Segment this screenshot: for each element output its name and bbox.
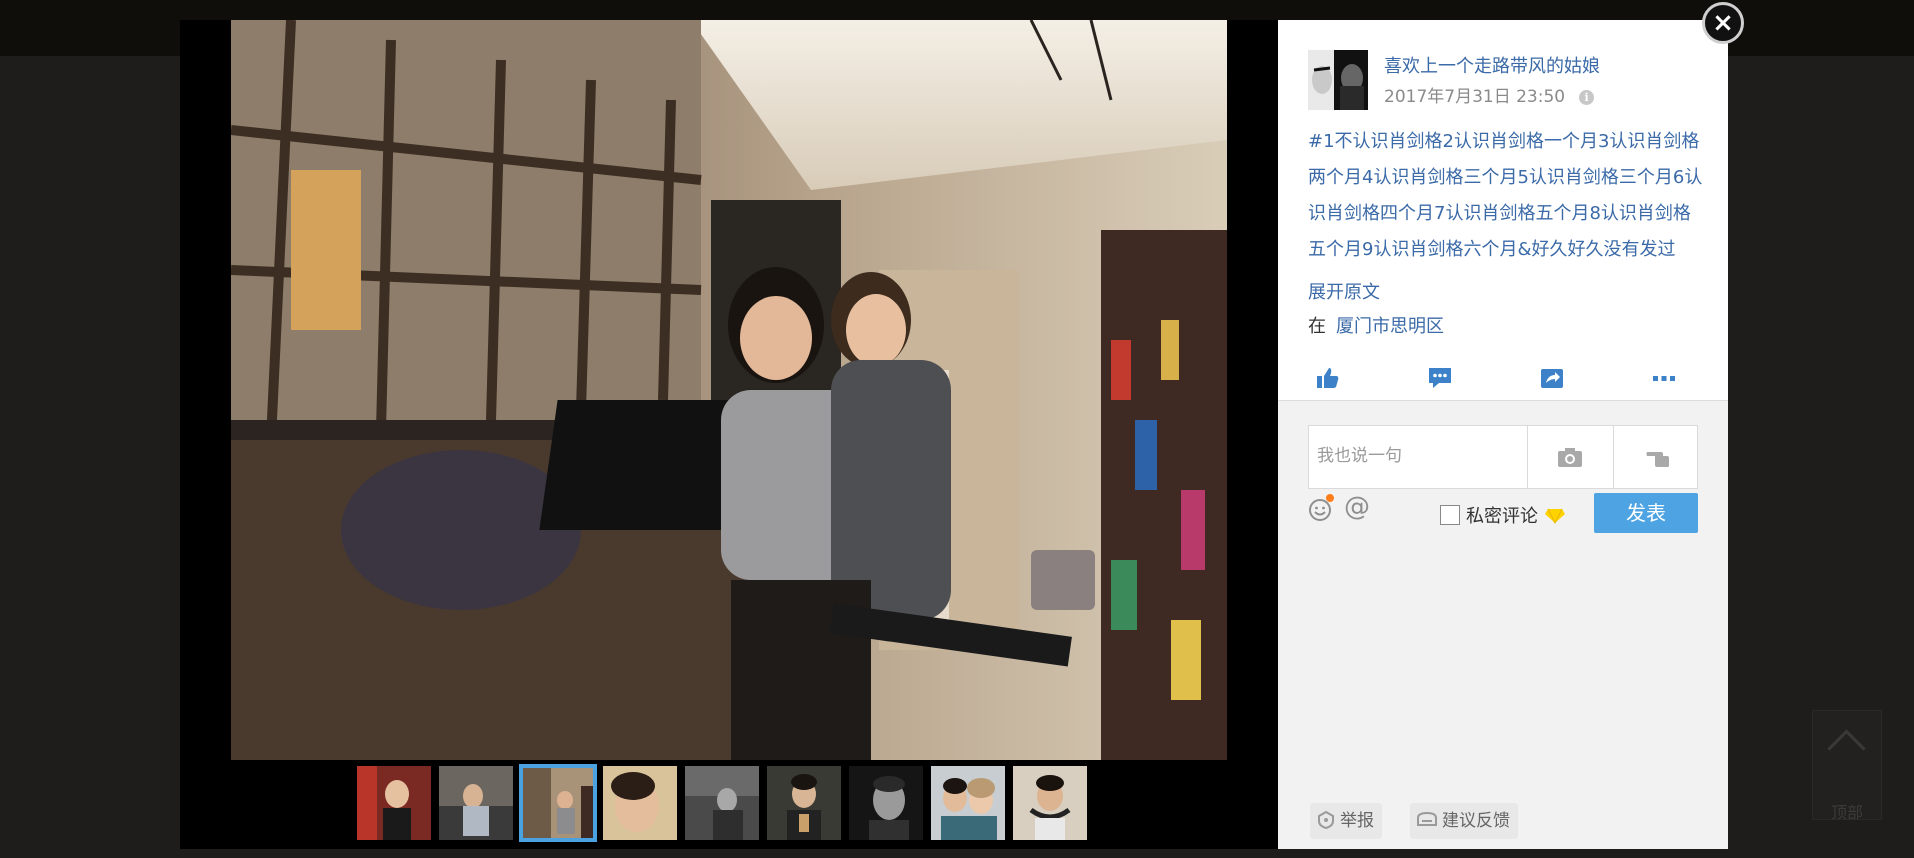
thumbnail[interactable]: [767, 766, 841, 840]
report-button[interactable]: 举报: [1310, 803, 1382, 839]
comment-icon[interactable]: [1426, 364, 1454, 392]
post-timestamp: 2017年7月31日 23:50 i: [1384, 82, 1595, 107]
expand-full-text-link[interactable]: 展开原文: [1308, 278, 1380, 304]
main-photo[interactable]: [231, 20, 1227, 760]
photo-viewer: [180, 20, 1278, 849]
divider: [1527, 426, 1528, 488]
thumbnail-selected[interactable]: [519, 764, 597, 842]
location-line: 在厦门市思明区: [1308, 312, 1444, 338]
like-icon[interactable]: [1314, 364, 1342, 392]
username-link[interactable]: 喜欢上一个走路带风的姑娘: [1384, 52, 1600, 78]
post-date: 2017年7月31日 23:50: [1384, 87, 1566, 107]
main-photo-image: [231, 20, 1227, 760]
pointing-hand-icon[interactable]: [1645, 446, 1673, 468]
more-icon[interactable]: [1650, 364, 1678, 392]
private-checkbox[interactable]: [1440, 505, 1460, 525]
scroll-to-top-label: 顶部: [1830, 803, 1863, 822]
post-text[interactable]: #1不认识肖剑格2认识肖剑格一个月3认识肖剑格两个月4认识肖剑格三个月5认识肖剑…: [1308, 124, 1703, 268]
private-comment-option[interactable]: 私密评论: [1440, 502, 1566, 528]
thumbnail[interactable]: [357, 766, 431, 840]
thumbnail[interactable]: [849, 766, 923, 840]
location-prefix: 在: [1308, 316, 1326, 337]
divider: [1613, 426, 1614, 488]
notification-dot: [1326, 494, 1334, 502]
scroll-to-top-button[interactable]: 顶部: [1812, 710, 1882, 822]
post-actions: [1278, 360, 1728, 400]
thumbnail[interactable]: [931, 766, 1005, 840]
feedback-icon: [1417, 811, 1437, 826]
mention-icon[interactable]: @: [1344, 492, 1370, 522]
thumbnail[interactable]: [1013, 766, 1087, 840]
report-label: 举报: [1340, 811, 1374, 831]
share-icon[interactable]: [1538, 364, 1566, 392]
diamond-vip-icon: [1544, 508, 1566, 525]
post-content: 喜欢上一个走路带风的姑娘 2017年7月31日 23:50 i #1不认识肖剑格2…: [1278, 20, 1728, 401]
location-link[interactable]: 厦门市思明区: [1336, 316, 1444, 337]
report-icon: [1318, 810, 1334, 830]
avatar[interactable]: [1308, 50, 1368, 110]
send-button[interactable]: 发表: [1594, 493, 1698, 533]
chevron-up-icon: [1827, 729, 1866, 768]
info-icon[interactable]: i: [1579, 90, 1595, 105]
thumbnail[interactable]: [603, 766, 677, 840]
thumbnail[interactable]: [439, 766, 513, 840]
feedback-label: 建议反馈: [1442, 811, 1510, 831]
post-detail-panel: 喜欢上一个走路带风的姑娘 2017年7月31日 23:50 i #1不认识肖剑格2…: [1278, 20, 1728, 849]
close-icon[interactable]: ×: [1702, 2, 1744, 44]
private-label: 私密评论: [1466, 506, 1538, 527]
comment-input[interactable]: [1309, 426, 1537, 486]
comment-composer: [1308, 425, 1698, 489]
camera-icon[interactable]: [1557, 446, 1583, 468]
thumbnail[interactable]: [685, 766, 759, 840]
feedback-button[interactable]: 建议反馈: [1410, 803, 1518, 839]
